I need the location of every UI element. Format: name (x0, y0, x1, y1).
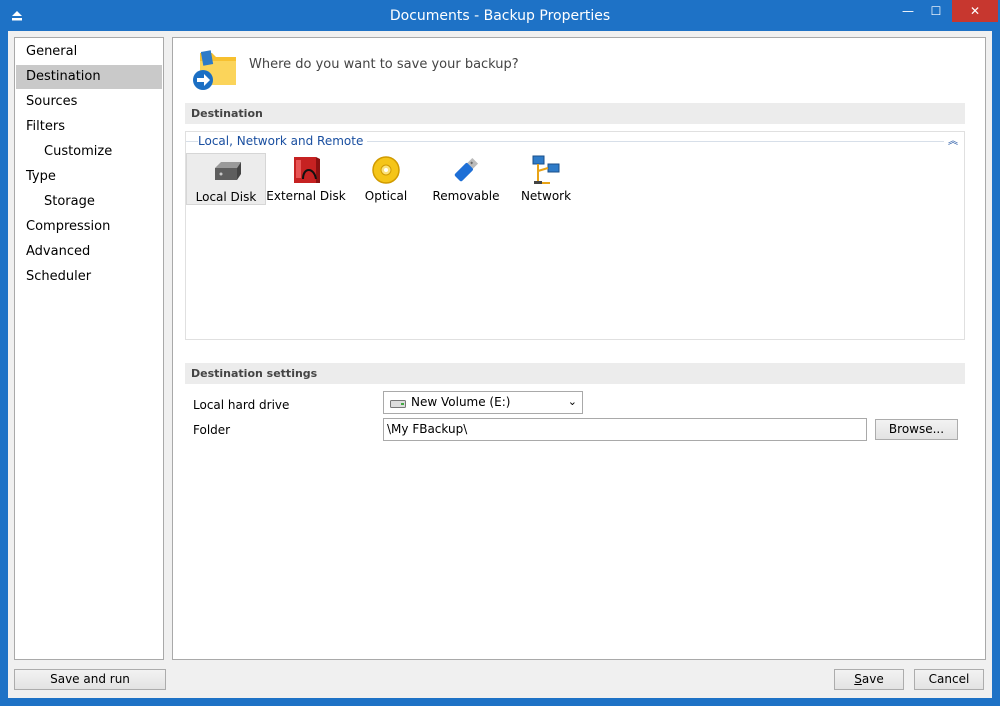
title-bar[interactable]: Documents - Backup Properties — ☐ ✕ (0, 0, 1000, 31)
sidebar-item-advanced[interactable]: Advanced (16, 240, 162, 264)
local-hard-drive-select[interactable]: New Volume (E:) ⌄ (383, 391, 583, 414)
folder-label: Folder (193, 423, 231, 437)
local-hard-drive-label: Local hard drive (193, 398, 290, 412)
optical-disc-icon (372, 156, 400, 184)
sidebar: General Destination Sources Filters Cust… (14, 37, 164, 660)
browse-button[interactable]: Browse... (875, 419, 958, 440)
maximize-button[interactable]: ☐ (922, 0, 950, 22)
destination-network[interactable]: Network (506, 153, 586, 205)
destination-optical[interactable]: Optical (346, 153, 426, 205)
sidebar-item-scheduler[interactable]: Scheduler (16, 265, 162, 289)
page-header: Where do you want to save your backup? (249, 57, 519, 72)
sidebar-item-type[interactable]: Type (16, 165, 162, 189)
window-title: Documents - Backup Properties (389, 8, 611, 24)
destination-local-disk[interactable]: Local Disk (186, 153, 266, 205)
sidebar-item-storage[interactable]: Storage (16, 190, 162, 214)
sidebar-item-sources[interactable]: Sources (16, 90, 162, 114)
local-disk-icon (215, 162, 241, 180)
local-hard-drive-value: New Volume (E:) (411, 395, 511, 409)
sidebar-item-compression[interactable]: Compression (16, 215, 162, 239)
sidebar-item-general[interactable]: General (16, 40, 162, 64)
usb-drive-icon (454, 157, 479, 182)
collapse-icon[interactable]: ︽ (948, 132, 958, 147)
destination-folder-icon (193, 50, 236, 90)
chevron-down-icon: ⌄ (567, 395, 577, 408)
destination-label: Local Disk (195, 190, 257, 204)
group-title: Local, Network and Remote (198, 134, 368, 148)
folder-input[interactable]: \My FBackup\ (383, 418, 867, 441)
destination-label: Optical (364, 189, 408, 203)
destination-removable[interactable]: Removable (426, 153, 506, 205)
main-panel: Where do you want to save your backup? D… (172, 37, 986, 660)
drive-icon (390, 400, 406, 408)
network-icon (532, 155, 560, 184)
external-disk-icon (294, 157, 320, 183)
save-label-rest: ave (861, 672, 884, 686)
minimize-button[interactable]: — (894, 0, 922, 22)
save-accelerator: S (854, 672, 862, 686)
save-and-run-button[interactable]: Save and run (14, 669, 166, 690)
destination-section-header: Destination (185, 103, 965, 124)
close-button[interactable]: ✕ (952, 0, 998, 22)
sidebar-item-filters[interactable]: Filters (16, 115, 162, 139)
dialog-body: General Destination Sources Filters Cust… (8, 31, 992, 698)
sidebar-item-destination[interactable]: Destination (16, 65, 162, 89)
destination-label: Removable (432, 189, 500, 203)
destination-settings-header: Destination settings (185, 363, 965, 384)
destination-label: External Disk (266, 189, 346, 203)
save-button[interactable]: Save (834, 669, 904, 690)
cancel-button[interactable]: Cancel (914, 669, 984, 690)
destination-label: Network (520, 189, 572, 203)
sidebar-item-customize[interactable]: Customize (16, 140, 162, 164)
app-window: Documents - Backup Properties — ☐ ✕ Gene… (0, 0, 1000, 706)
destination-external-disk[interactable]: External Disk (266, 153, 346, 205)
destination-group: Local, Network and Remote ︽ Local Disk E… (185, 131, 965, 340)
